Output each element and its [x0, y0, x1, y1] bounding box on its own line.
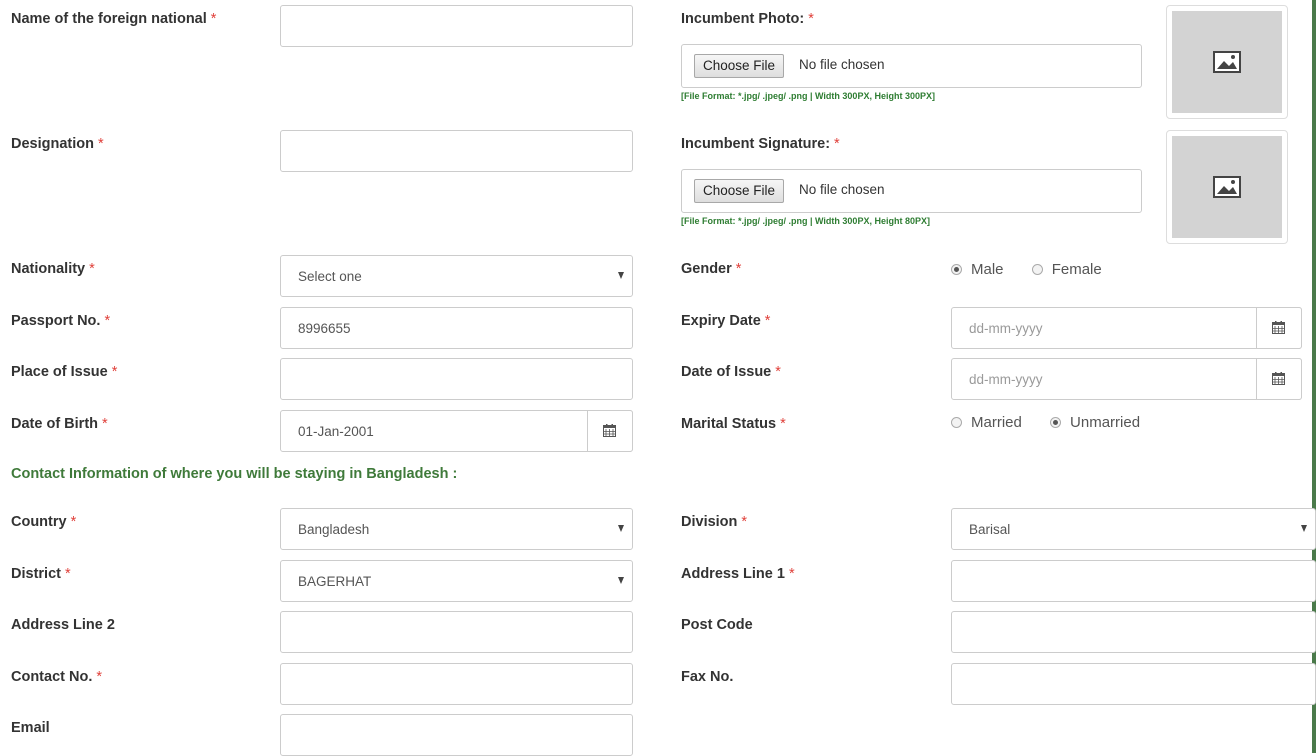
foreign-name-label: Name of the foreign national * [11, 11, 217, 27]
address-line-2-label: Address Line 2 [11, 617, 115, 633]
date-of-birth-input[interactable]: 01-Jan-2001 [280, 410, 633, 452]
place-of-issue-label: Place of Issue * [11, 364, 118, 380]
country-select[interactable]: Bangladesh [280, 508, 633, 550]
chevron-down-icon [1301, 525, 1307, 532]
choose-photo-button[interactable]: Choose File [694, 54, 785, 78]
chevron-down-icon [618, 577, 624, 584]
district-select[interactable]: BAGERHAT [280, 560, 633, 602]
gender-male-radio[interactable]: Male [951, 261, 1004, 278]
incumbent-photo-label: Incumbent Photo: * [681, 11, 814, 27]
contact-no-input[interactable] [280, 663, 633, 705]
fax-no-label: Fax No. [681, 669, 734, 685]
calendar-button[interactable] [1256, 307, 1302, 349]
email-input[interactable] [280, 714, 633, 756]
incumbent-signature-file-input[interactable]: Choose File No file chosen [681, 169, 1142, 213]
calendar-button[interactable] [587, 410, 633, 452]
calendar-icon [1272, 321, 1285, 334]
signature-file-status: No file chosen [799, 182, 885, 197]
division-label: Division * [681, 514, 748, 530]
designation-input[interactable] [280, 130, 633, 172]
place-of-issue-input[interactable] [280, 358, 633, 400]
division-select[interactable]: Barisal [951, 508, 1316, 550]
calendar-icon [1272, 372, 1285, 385]
marital-status-radio-group: Married Unmarried [951, 414, 1164, 432]
chevron-down-icon [618, 525, 624, 532]
marital-status-label: Marital Status * [681, 416, 786, 432]
choose-signature-button[interactable]: Choose File [694, 179, 785, 203]
image-placeholder-icon [1213, 176, 1241, 198]
signature-preview [1166, 130, 1288, 244]
post-code-input[interactable] [951, 611, 1316, 653]
marital-married-radio[interactable]: Married [951, 414, 1022, 431]
photo-preview [1166, 5, 1288, 119]
designation-label: Designation * [11, 136, 104, 152]
date-of-birth-label: Date of Birth * [11, 416, 108, 432]
passport-no-label: Passport No. * [11, 313, 111, 329]
radio-unselected-icon[interactable] [951, 417, 962, 428]
email-label: Email [11, 720, 50, 736]
nationality-label: Nationality * [11, 261, 95, 277]
contact-section-title: Contact Information of where you will be… [11, 466, 458, 482]
post-code-label: Post Code [681, 617, 753, 633]
marital-unmarried-radio[interactable]: Unmarried [1050, 414, 1140, 431]
contact-no-label: Contact No. * [11, 669, 103, 685]
nationality-select[interactable]: Select one [280, 255, 633, 297]
calendar-icon [603, 424, 616, 437]
gender-label: Gender * [681, 261, 742, 277]
gender-female-radio[interactable]: Female [1031, 261, 1102, 278]
radio-selected-icon[interactable] [1050, 417, 1062, 428]
address-line-1-input[interactable] [951, 560, 1316, 602]
incumbent-photo-file-input[interactable]: Choose File No file chosen [681, 44, 1142, 88]
photo-file-status: No file chosen [799, 57, 885, 72]
expiry-date-input[interactable]: dd-mm-yyyy [951, 307, 1302, 349]
photo-format-hint: [File Format: *.jpg/ .jpeg/ .png | Width… [681, 91, 935, 101]
radio-selected-icon[interactable] [951, 264, 962, 275]
image-placeholder-icon [1213, 51, 1241, 73]
date-of-issue-input[interactable]: dd-mm-yyyy [951, 358, 1302, 400]
address-line-1-label: Address Line 1 * [681, 566, 795, 582]
gender-radio-group: Male Female [951, 261, 1126, 279]
chevron-down-icon [618, 272, 624, 279]
fax-no-input[interactable] [951, 663, 1316, 705]
passport-no-input[interactable]: 8996655 [280, 307, 633, 349]
radio-unselected-icon[interactable] [1031, 264, 1043, 275]
date-of-issue-label: Date of Issue * [681, 364, 781, 380]
incumbent-signature-label: Incumbent Signature: * [681, 136, 840, 152]
country-label: Country * [11, 514, 77, 530]
calendar-button[interactable] [1256, 358, 1302, 400]
address-line-2-input[interactable] [280, 611, 633, 653]
foreign-name-input[interactable] [280, 5, 633, 47]
signature-format-hint: [File Format: *.jpg/ .jpeg/ .png | Width… [681, 216, 930, 226]
expiry-date-label: Expiry Date * [681, 313, 771, 329]
district-label: District * [11, 566, 71, 582]
